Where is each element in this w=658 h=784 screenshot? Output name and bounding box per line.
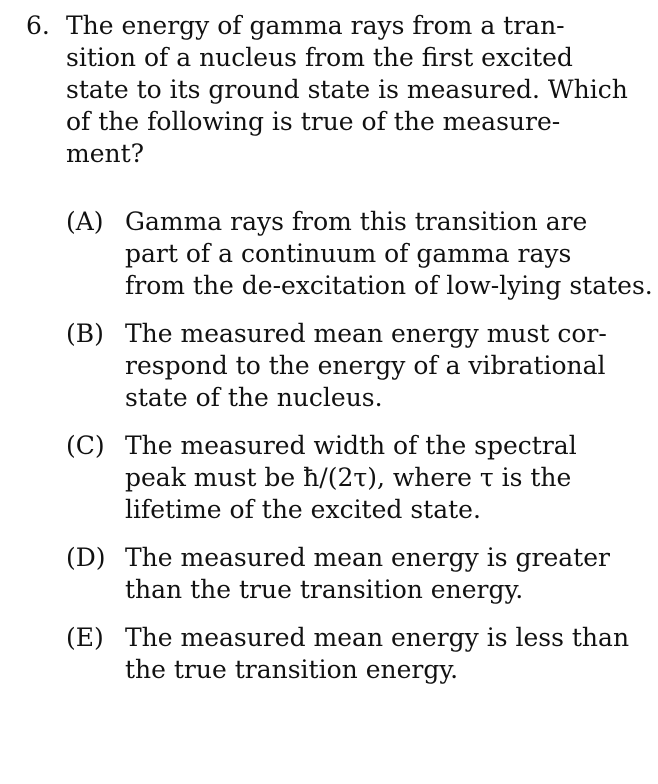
option-c-line-1: The measured width of the spectral (125, 431, 577, 460)
option-d-line-2: than the true transition energy. (125, 575, 524, 604)
question-stem-line-1: The energy of gamma rays from a tran- (66, 11, 565, 40)
option-e-line-1: The measured mean energy is less than (125, 623, 630, 652)
option-b-line-1: The measured mean energy must cor- (125, 319, 607, 348)
option-d-line-1: The measured mean energy is greater (125, 543, 610, 572)
question-stem-line-4: of the following is true of the measure- (66, 107, 561, 136)
option-a-line-2: part of a continuum of gamma rays (125, 239, 572, 268)
option-b-line-3: state of the nucleus. (125, 383, 383, 412)
option-d-letter: (D) (66, 543, 106, 572)
option-b-letter: (B) (66, 319, 104, 348)
option-c-letter: (C) (66, 431, 105, 460)
option-e-letter: (E) (66, 623, 104, 652)
question-stem-line-3: state to its ground state is measured. W… (66, 75, 628, 104)
option-a-letter: (A) (66, 207, 104, 236)
option-e-line-2: the true transition energy. (125, 655, 459, 684)
question-stem-line-2: sition of a nucleus from the first excit… (66, 43, 573, 72)
option-a-line-3: from the de-excitation of low-lying stat… (125, 271, 653, 300)
option-a-line-1: Gamma rays from this transition are (125, 207, 588, 236)
option-b-line-2: respond to the energy of a vibrational (125, 351, 606, 380)
question-stem-line-5: ment? (66, 139, 145, 168)
option-c-line-3: lifetime of the excited state. (125, 495, 481, 524)
question-number: 6. (26, 11, 50, 40)
option-c-line-2: peak must be ħ/(2τ), where τ is the (125, 463, 572, 492)
